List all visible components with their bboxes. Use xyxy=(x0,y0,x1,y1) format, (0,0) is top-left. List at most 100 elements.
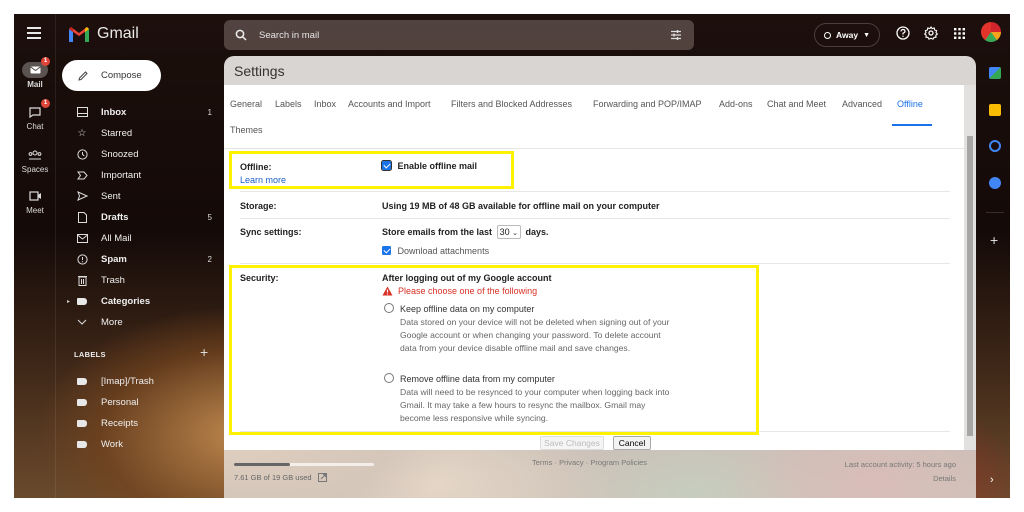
clock-icon xyxy=(75,147,89,161)
enable-offline-label: Enable offline mail xyxy=(397,161,478,171)
storage-quota-bar xyxy=(234,463,374,466)
expand-arrow-icon[interactable]: ▸ xyxy=(67,298,70,305)
nav-item-important[interactable]: Important xyxy=(67,165,222,185)
caret-down-icon: ▼ xyxy=(863,31,870,39)
keep-icon[interactable] xyxy=(989,104,1001,116)
save-changes-button[interactable]: Save Changes xyxy=(540,436,604,450)
account-activity: Last account activity: 5 hours ago Detai… xyxy=(845,458,956,486)
nav-label: More xyxy=(101,316,123,328)
divider xyxy=(240,218,950,219)
nav-item-starred[interactable]: ☆ Starred xyxy=(67,123,222,143)
show-side-panel-icon[interactable]: › xyxy=(990,474,994,486)
open-external-icon[interactable] xyxy=(317,473,327,482)
chat-badge: 1 xyxy=(41,99,50,108)
rail-item-spaces[interactable]: Spaces xyxy=(14,147,56,174)
rail-label: Mail xyxy=(27,80,43,89)
label-icon xyxy=(75,294,89,308)
details-link[interactable]: Details xyxy=(845,472,956,486)
tab-inbox[interactable]: Inbox xyxy=(314,99,336,109)
tab-accounts-import[interactable]: Accounts and Import xyxy=(348,99,431,109)
nav-item-sent[interactable]: Sent xyxy=(67,186,222,206)
keep-offline-data-radio[interactable] xyxy=(384,303,394,313)
nav-label: All Mail xyxy=(101,232,132,244)
chevron-down-icon xyxy=(75,315,89,329)
settings-gear-icon[interactable] xyxy=(923,25,939,41)
nav-label: Personal xyxy=(101,396,139,408)
gmail-logo[interactable]: Gmail xyxy=(69,25,139,43)
calendar-icon[interactable] xyxy=(989,67,1001,79)
tasks-icon[interactable] xyxy=(989,140,1001,152)
nav-item-inbox[interactable]: Inbox 1 xyxy=(67,102,222,122)
label-icon xyxy=(75,395,89,409)
search-icon[interactable] xyxy=(235,29,247,41)
search-input[interactable] xyxy=(259,29,639,41)
nav-item-snoozed[interactable]: Snoozed xyxy=(67,144,222,164)
rail-item-chat[interactable]: 1 Chat xyxy=(14,99,56,131)
tab-themes[interactable]: Themes xyxy=(230,125,263,135)
scrollbar-thumb[interactable] xyxy=(967,136,973,436)
spaces-icon xyxy=(22,147,48,163)
keep-offline-data-label: Keep offline data on my computer xyxy=(400,304,535,314)
learn-more-link[interactable]: Learn more xyxy=(240,175,286,185)
tab-general[interactable]: General xyxy=(230,99,262,109)
chat-icon: 1 xyxy=(22,99,50,120)
compose-label: Compose xyxy=(101,70,142,81)
tab-labels[interactable]: Labels xyxy=(275,99,302,109)
search-options-icon[interactable] xyxy=(670,29,682,41)
sync-days-select[interactable]: 30 ⌄ xyxy=(496,225,521,239)
search-bar xyxy=(224,20,694,50)
enable-offline-checkbox[interactable] xyxy=(381,160,392,171)
nav-item-trash[interactable]: Trash xyxy=(67,270,222,290)
rail-item-meet[interactable]: Meet xyxy=(14,188,56,215)
add-addon-icon[interactable]: + xyxy=(990,232,998,248)
keep-offline-data-desc: Data stored on your device will not be d… xyxy=(400,317,670,353)
nav-count: 1 xyxy=(207,107,212,117)
status-label: Away xyxy=(836,30,859,40)
rail-item-mail[interactable]: 1 Mail xyxy=(14,57,56,89)
apps-grid-icon[interactable] xyxy=(951,25,967,41)
main-menu-icon[interactable] xyxy=(27,27,41,39)
download-attachments-checkbox[interactable] xyxy=(382,246,391,255)
all-mail-icon xyxy=(75,231,89,245)
sync-days-row: Store emails from the last 30 ⌄ days. xyxy=(382,225,549,239)
nav-label: Spam xyxy=(101,253,127,265)
account-avatar[interactable] xyxy=(981,22,1001,42)
settings-title: Settings xyxy=(224,56,976,85)
status-dot-icon xyxy=(824,31,831,39)
star-icon: ☆ xyxy=(77,127,87,139)
contacts-icon[interactable] xyxy=(989,177,1001,189)
remove-offline-data-radio[interactable] xyxy=(384,373,394,383)
label-item[interactable]: [Imap]/Trash xyxy=(67,371,222,391)
label-item[interactable]: Receipts xyxy=(67,413,222,433)
sync-days-value: 30 xyxy=(499,227,510,237)
tab-offline[interactable]: Offline xyxy=(897,99,923,109)
tab-advanced[interactable]: Advanced xyxy=(842,99,882,109)
mail-icon: 1 xyxy=(22,57,50,78)
cancel-button[interactable]: Cancel xyxy=(613,436,651,450)
terms-link[interactable]: Terms xyxy=(532,458,552,467)
tab-forwarding[interactable]: Forwarding and POP/IMAP xyxy=(593,99,702,109)
chevron-down-icon: ⌄ xyxy=(512,230,518,237)
nav-item-drafts[interactable]: Drafts 5 xyxy=(67,207,222,227)
help-icon[interactable] xyxy=(895,25,911,41)
compose-button[interactable]: Compose xyxy=(62,60,161,91)
pencil-icon xyxy=(78,70,88,81)
nav-item-more[interactable]: More xyxy=(67,312,222,332)
privacy-link[interactable]: Privacy xyxy=(559,458,584,467)
nav-item-spam[interactable]: Spam 2 xyxy=(67,249,222,269)
tab-chat-meet[interactable]: Chat and Meet xyxy=(767,99,826,109)
tab-addons[interactable]: Add-ons xyxy=(719,99,753,109)
status-selector[interactable]: Away ▼ xyxy=(814,23,880,47)
nav-item-all-mail[interactable]: All Mail xyxy=(67,228,222,248)
label-item[interactable]: Work xyxy=(67,434,222,454)
tab-filters[interactable]: Filters and Blocked Addresses xyxy=(451,99,572,109)
add-label-icon[interactable]: + xyxy=(200,344,208,360)
remove-offline-data-desc: Data will need to be resynced to your co… xyxy=(400,387,670,423)
label-item[interactable]: Personal xyxy=(67,392,222,412)
program-policies-link[interactable]: Program Policies xyxy=(590,458,647,467)
nav-label: [Imap]/Trash xyxy=(101,375,154,387)
label-icon xyxy=(75,416,89,430)
divider xyxy=(240,191,950,192)
nav-item-categories[interactable]: ▸ Categories xyxy=(67,291,222,311)
security-heading: After logging out of my Google account xyxy=(382,273,552,283)
